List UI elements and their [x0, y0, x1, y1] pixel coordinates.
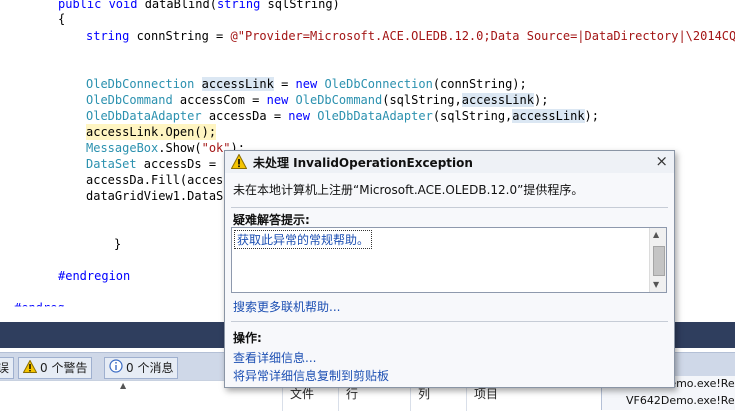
code-line-open-call: accessLink.Open(); — [86, 124, 217, 140]
section-divider — [231, 321, 668, 322]
messages-filter-button[interactable]: 0 个消息 — [104, 357, 179, 379]
tips-heading: 疑难解答提示: — [233, 213, 310, 227]
code-line-fill: accessDa.Fill(access — [86, 173, 231, 187]
section-divider — [231, 207, 668, 208]
actions-heading: 操作: — [233, 331, 262, 345]
tips-scrollbar[interactable]: ▲ ▼ — [649, 228, 666, 292]
search-online-help-link[interactable]: 搜索更多联机帮助... — [233, 298, 340, 315]
info-icon — [109, 358, 123, 379]
errors-filter-button[interactable]: 误 — [0, 357, 14, 379]
close-icon[interactable]: × — [655, 152, 668, 170]
exception-assistant-popup: 未处理 InvalidOperationException × 未在本地计算机上… — [224, 150, 675, 388]
scroll-down-icon[interactable]: ▼ — [653, 280, 659, 289]
warning-icon — [230, 153, 248, 173]
exception-message: 未在本地计算机上注册“Microsoft.ACE.OLEDB.12.0”提供程序… — [233, 183, 584, 197]
code-line-method: public void dataBlind(string sqlString) — [58, 0, 340, 11]
code-line-partial: #endreg... — [14, 301, 87, 315]
general-help-link[interactable]: 获取此异常的常规帮助。 — [234, 230, 373, 249]
call-stack-item[interactable]: VF642Demo.exe!Read — [626, 394, 735, 407]
code-line-dataset: DataSet accessDs = n — [86, 157, 231, 171]
scroll-up-icon[interactable]: ▲ — [653, 230, 659, 239]
sort-arrow-icon: ▲ — [120, 381, 127, 390]
warnings-filter-button[interactable]: 0 个警告 — [18, 357, 93, 379]
code-line-messagebox: MessageBox.Show("ok"); — [86, 141, 245, 155]
code-line-oledb-connection: OleDbConnection accessLink = new OleDbCo… — [86, 77, 527, 91]
popup-title-bar: 未处理 InvalidOperationException × — [225, 151, 674, 173]
view-details-link[interactable]: 查看详细信息... — [233, 349, 316, 366]
code-line-oledb-adapter: OleDbDataAdapter accessDa = new OleDbDat… — [86, 109, 599, 123]
popup-title: 未处理 InvalidOperationException — [253, 156, 473, 170]
code-line-datagrid: dataGridView1.DataSo — [86, 189, 231, 203]
copy-details-link[interactable]: 将异常详细信息复制到剪贴板 — [233, 367, 389, 384]
troubleshooting-tips-list[interactable]: 获取此异常的常规帮助。 ▲ ▼ — [231, 227, 667, 293]
code-line-oledb-command: OleDbCommand accessCom = new OleDbComman… — [86, 93, 549, 107]
warning-icon — [22, 358, 38, 379]
code-line-open-brace: { — [58, 12, 66, 26]
scroll-thumb[interactable] — [653, 246, 665, 276]
code-line-endregion: #endregion — [58, 269, 131, 283]
code-line-conn-string: string connString = @"Provider=Microsoft… — [86, 29, 735, 43]
code-line-close-brace: } — [114, 237, 122, 251]
